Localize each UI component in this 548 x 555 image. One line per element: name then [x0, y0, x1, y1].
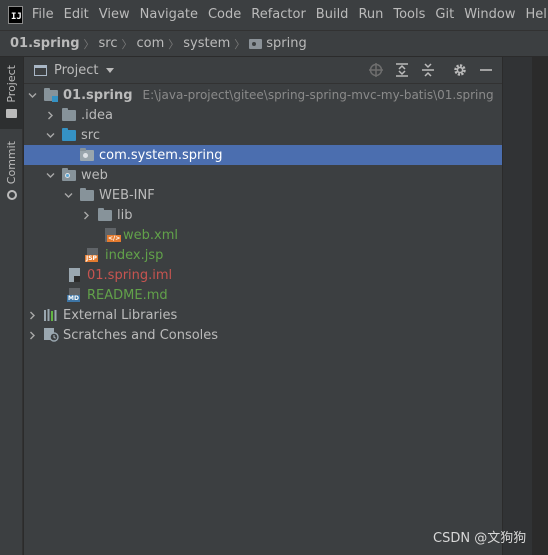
chevron-down-icon[interactable]: [28, 91, 37, 100]
menu-build[interactable]: Build: [312, 0, 353, 30]
package-icon: [249, 38, 263, 49]
breadcrumb-item-src[interactable]: src: [99, 36, 118, 51]
jsp-file-icon: JSP: [85, 248, 101, 262]
menu-git[interactable]: Git: [431, 0, 458, 30]
editor-gutter: [502, 57, 532, 555]
tree-row-label: 01.spring.iml: [87, 267, 173, 283]
tree-row-lib[interactable]: lib: [24, 205, 502, 225]
tree-row-label: Scratches and Consoles: [63, 327, 219, 343]
menu-code[interactable]: Code: [204, 0, 245, 30]
xml-file-icon: </>: [103, 228, 122, 242]
breadcrumb-item-com[interactable]: com: [137, 36, 165, 51]
folder-icon: [79, 188, 95, 202]
menu-help[interactable]: Help: [521, 0, 548, 30]
panel-title[interactable]: Project: [54, 63, 98, 78]
source-folder-icon: [61, 128, 77, 142]
tree-row-idea[interactable]: .idea: [24, 105, 502, 125]
project-path: E:\java-project\gitee\spring-spring-mvc-…: [142, 88, 494, 102]
chevron-down-icon[interactable]: [46, 171, 55, 180]
project-panel: Project 01.spring E:\java-project\gitee\…: [24, 57, 502, 555]
menu-view[interactable]: View: [95, 0, 134, 30]
tree-row-label: web.xml: [123, 227, 178, 243]
tree-row-project-root[interactable]: 01.spring E:\java-project\gitee\spring-s…: [24, 85, 502, 105]
tree-row-label: External Libraries: [63, 307, 178, 323]
expand-all-icon[interactable]: [394, 62, 410, 78]
markdown-file-icon: MD: [67, 288, 83, 302]
panel-header: Project: [24, 57, 502, 84]
menu-bar: IJ File Edit View Navigate Code Refactor…: [0, 0, 548, 30]
module-folder-icon: [43, 88, 59, 102]
tree-row-label: lib: [117, 207, 133, 223]
gear-icon[interactable]: [452, 62, 468, 78]
tree-row-label: WEB-INF: [99, 187, 155, 203]
project-window-icon: [34, 64, 47, 76]
menu-edit[interactable]: Edit: [60, 0, 93, 30]
tree-row-index-jsp[interactable]: JSP index.jsp: [24, 245, 502, 265]
minimize-icon[interactable]: [478, 62, 494, 78]
scratches-icon: [43, 328, 59, 342]
web-folder-icon: [61, 168, 77, 182]
tree-row-web-inf[interactable]: WEB-INF: [24, 185, 502, 205]
chevron-right-icon[interactable]: [82, 211, 91, 220]
tree-row-label: README.md: [87, 287, 168, 303]
breadcrumb-item-project[interactable]: 01.spring: [10, 36, 80, 51]
breadcrumb-item-spring-label: spring: [266, 36, 307, 51]
commit-icon: [6, 190, 17, 201]
tab-project[interactable]: Project: [0, 57, 23, 129]
tree-row-label: 01.spring: [63, 87, 133, 103]
tree-row-external-libraries[interactable]: External Libraries: [24, 305, 502, 325]
watermark: CSDN @文狗狗: [433, 531, 527, 546]
breadcrumb: 01.spring 〉 src 〉 com 〉 system 〉 spring: [0, 30, 548, 57]
tree-row-readme[interactable]: MD README.md: [24, 285, 502, 305]
tree-row-label: com.system.spring: [99, 147, 223, 163]
chevron-right-icon[interactable]: [28, 311, 37, 320]
iml-file-icon: [67, 268, 83, 282]
tree-row-package[interactable]: com.system.spring: [24, 145, 502, 165]
chevron-right-icon[interactable]: [28, 331, 37, 340]
tree-row-label: index.jsp: [105, 247, 164, 263]
breadcrumb-separator-icon: 〉: [83, 37, 95, 51]
package-icon: [79, 148, 95, 162]
breadcrumb-separator-icon: 〉: [234, 37, 246, 51]
tab-commit[interactable]: Commit: [0, 137, 23, 201]
folder-icon: [97, 208, 113, 222]
locate-icon[interactable]: [368, 62, 384, 78]
tree-row-src[interactable]: src: [24, 125, 502, 145]
menu-tools[interactable]: Tools: [389, 0, 429, 30]
tree-row-iml[interactable]: 01.spring.iml: [24, 265, 502, 285]
breadcrumb-item-system[interactable]: system: [183, 36, 230, 51]
menu-run[interactable]: Run: [354, 0, 387, 30]
breadcrumb-item-spring[interactable]: spring: [249, 36, 307, 51]
editor-area: [532, 57, 548, 555]
breadcrumb-separator-icon: 〉: [168, 37, 180, 51]
menu-navigate[interactable]: Navigate: [136, 0, 202, 30]
folder-icon: [61, 108, 77, 122]
intellij-logo-icon: IJ: [8, 6, 23, 24]
breadcrumb-separator-icon: 〉: [121, 37, 133, 51]
collapse-all-icon[interactable]: [420, 62, 436, 78]
folder-icon: [6, 108, 17, 118]
chevron-right-icon[interactable]: [46, 111, 55, 120]
tree-row-label: web: [81, 167, 108, 183]
chevron-down-icon[interactable]: [46, 131, 55, 140]
libraries-icon: [43, 308, 59, 322]
chevron-down-icon[interactable]: [106, 67, 115, 73]
tree-row-web-xml[interactable]: </> web.xml: [24, 225, 502, 245]
chevron-down-icon[interactable]: [64, 191, 73, 200]
tab-project-label: Project: [5, 65, 18, 103]
menu-refactor[interactable]: Refactor: [247, 0, 310, 30]
menu-window[interactable]: Window: [460, 0, 519, 30]
tree-row-scratches[interactable]: Scratches and Consoles: [24, 325, 502, 345]
tree-row-web[interactable]: web: [24, 165, 502, 185]
menu-file[interactable]: File: [28, 0, 58, 30]
tab-commit-label: Commit: [5, 141, 18, 185]
tree-row-label: .idea: [81, 107, 113, 123]
tree-row-label: src: [81, 127, 100, 143]
left-tool-strip: Project Commit: [0, 57, 23, 555]
